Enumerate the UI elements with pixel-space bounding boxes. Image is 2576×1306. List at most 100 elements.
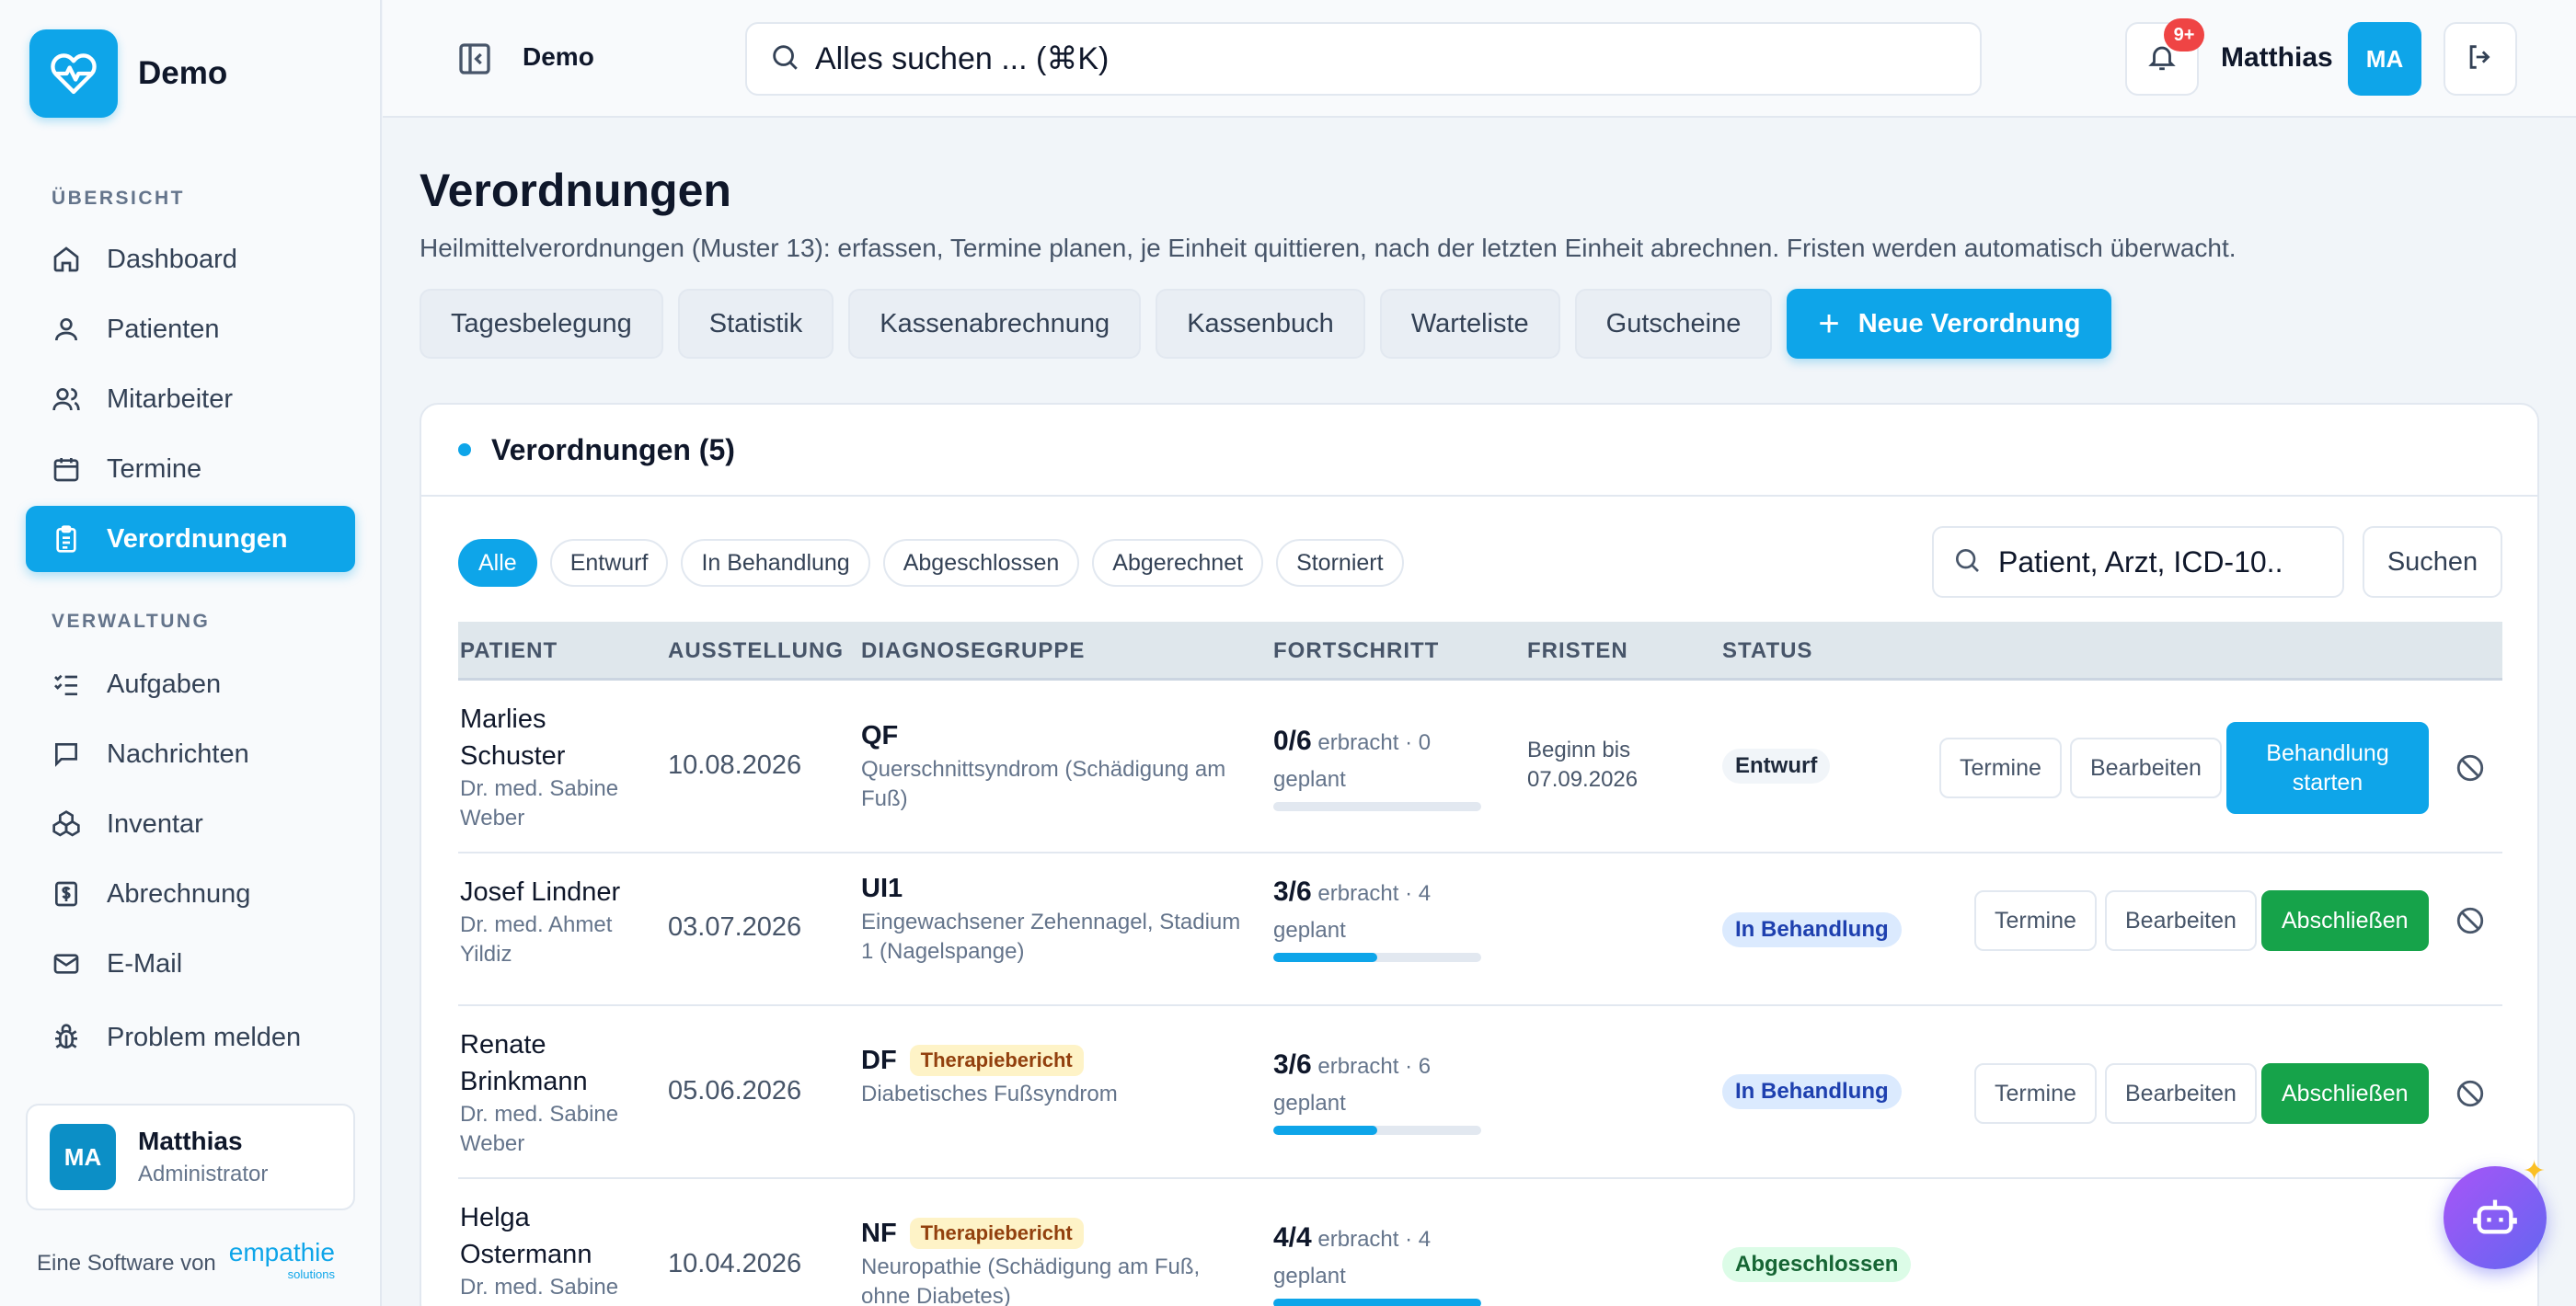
progress-count: 3/6 [1273, 1049, 1312, 1080]
sidebar-item-problem-melden[interactable]: Problem melden [26, 1004, 355, 1071]
global-search-input[interactable]: Alles suchen ... (⌘K) [745, 22, 1982, 96]
patient-name[interactable]: Marlies Schuster [460, 701, 644, 774]
filter-alle[interactable]: Alle [458, 539, 537, 587]
footer-text: Eine Software von [37, 1251, 216, 1276]
termine-button[interactable]: Termine [1939, 738, 2062, 798]
bug-icon [50, 1021, 83, 1054]
col-ausstellung[interactable]: AUSSTELLUNG [668, 638, 844, 664]
notification-badge: 9+ [2164, 18, 2204, 52]
kassenbuch-button[interactable]: Kassenbuch [1156, 289, 1365, 359]
top-avatar[interactable]: MA [2348, 22, 2421, 96]
plus-icon: + [1818, 304, 1840, 344]
sidebar-item-label: Aufgaben [107, 669, 222, 699]
patient-name[interactable]: Josef Lindner [460, 874, 644, 911]
logout-button[interactable] [2444, 22, 2517, 96]
edit-button[interactable]: Bearbeiten [2105, 890, 2257, 951]
search-icon [1952, 545, 1982, 579]
sidebar-item-label: Verordnungen [107, 523, 288, 554]
sidebar-item-label: Abrechnung [107, 878, 251, 909]
table-search-input[interactable]: Patient, Arzt, ICD-10.. [1932, 526, 2344, 598]
page-title: Verordnungen [420, 165, 731, 216]
diagnosis-code-text: NF [861, 1218, 897, 1248]
diagnosis-code-text: QF [861, 721, 899, 750]
status-dot-icon [458, 443, 471, 456]
new-prescription-button[interactable]: + Neue Verordnung [1787, 289, 2112, 359]
diagnosis-code-text: UI1 [861, 874, 903, 903]
sidebar-item-label: Inventar [107, 808, 203, 839]
sidebar-toggle-icon[interactable] [456, 40, 493, 77]
diagnosis-code-text: DF [861, 1045, 897, 1075]
sidebar-item-verordnungen[interactable]: Verordnungen [26, 506, 355, 572]
col-fortschritt[interactable]: FORTSCHRITT [1273, 638, 1439, 664]
sidebar-item-label: Termine [107, 453, 202, 484]
sidebar-item-termine[interactable]: Termine [26, 436, 355, 502]
sidebar-item-aufgaben[interactable]: Aufgaben [26, 651, 355, 717]
col-patient[interactable]: PATIENT [460, 638, 558, 664]
report-tag: Therapiebericht [909, 1045, 1084, 1076]
filter-storniert[interactable]: Storniert [1276, 539, 1404, 587]
edit-button[interactable]: Bearbeiten [2105, 1063, 2257, 1124]
warteliste-button[interactable]: Warteliste [1379, 289, 1560, 359]
sidebar-item-label: Mitarbeiter [107, 384, 233, 414]
sidebar-item-dashboard[interactable]: Dashboard [26, 226, 355, 292]
statistik-button[interactable]: Statistik [677, 289, 834, 359]
filter-in-behandlung[interactable]: In Behandlung [681, 539, 870, 587]
vendor-logo-text: empathie [228, 1238, 335, 1266]
footer-note: Eine Software von empathie solutions [37, 1240, 335, 1286]
top-user-name: Matthias [2221, 42, 2333, 73]
termine-button[interactable]: Termine [1974, 890, 2097, 951]
table-row[interactable]: Josef Lindner Dr. med. Ahmet Yildiz 03.0… [458, 855, 2502, 1006]
progress-text: 3/6 erbracht · 6 geplant [1273, 1047, 1494, 1122]
filter-abgeschlossen[interactable]: Abgeschlossen [882, 539, 1080, 587]
complete-button[interactable]: Abschließen [2261, 1063, 2429, 1124]
col-diagnosegruppe[interactable]: DIAGNOSEGRUPPE [861, 638, 1085, 664]
cancel-icon[interactable] [2455, 905, 2486, 936]
section-admin-label: VERWALTUNG [52, 611, 211, 632]
cancel-icon[interactable] [2455, 1078, 2486, 1109]
doctor-name: Dr. med. Sabine Weber [460, 776, 619, 831]
progress-fill [1273, 953, 1377, 962]
progress-count: 4/4 [1273, 1222, 1312, 1253]
progress-text: 3/6 erbracht · 4 geplant [1273, 874, 1494, 949]
termine-button[interactable]: Termine [1974, 1063, 2097, 1124]
col-fristen[interactable]: FRISTEN [1527, 638, 1628, 664]
issue-date: 03.07.2026 [668, 912, 802, 942]
sidebar: Demo ÜBERSICHT Dashboard Patienten Mitar… [0, 0, 382, 1306]
sidebar-user-card[interactable]: MA Matthias Administrator [26, 1104, 355, 1210]
kassenabrechnung-button[interactable]: Kassenabrechnung [848, 289, 1142, 359]
breadcrumb[interactable]: Demo [523, 42, 594, 72]
col-status[interactable]: STATUS [1722, 638, 1812, 664]
progress-count: 3/6 [1273, 876, 1312, 907]
sidebar-item-label: Problem melden [107, 1022, 302, 1052]
filter-abgerechnet[interactable]: Abgerechnet [1092, 539, 1264, 587]
patient-name[interactable]: Helga Ostermann [460, 1199, 644, 1273]
vendor-logo[interactable]: empathie solutions [229, 1240, 335, 1286]
table-row[interactable]: Renate Brinkmann Dr. med. Sabine Weber 0… [458, 1008, 2502, 1179]
complete-button[interactable]: Abschließen [2261, 890, 2429, 951]
user-name: Matthias [138, 1127, 243, 1155]
sidebar-item-patienten[interactable]: Patienten [26, 296, 355, 362]
filter-entwurf[interactable]: Entwurf [549, 539, 669, 587]
search-button[interactable]: Suchen [2363, 526, 2502, 598]
status-badge: Entwurf [1722, 749, 1831, 784]
diagnosis-code: NF Therapiebericht [861, 1218, 1248, 1249]
progress-bar [1273, 1126, 1481, 1135]
issue-date: 10.04.2026 [668, 1249, 802, 1278]
start-treatment-button[interactable]: Behandlung starten [2226, 722, 2429, 814]
edit-button[interactable]: Bearbeiten [2070, 738, 2222, 798]
sidebar-item-label: E-Mail [107, 948, 183, 979]
sidebar-item-mitarbeiter[interactable]: Mitarbeiter [26, 366, 355, 432]
diagnosis-code: DF Therapiebericht [861, 1045, 1248, 1076]
patient-name[interactable]: Renate Brinkmann [460, 1026, 644, 1100]
table-row[interactable]: Marlies Schuster Dr. med. Sabine Weber 1… [458, 682, 2502, 853]
cancel-icon[interactable] [2455, 752, 2486, 784]
progress-bar [1273, 802, 1481, 811]
sidebar-item-email[interactable]: E-Mail [26, 931, 355, 997]
gutscheine-button[interactable]: Gutscheine [1574, 289, 1773, 359]
sidebar-item-nachrichten[interactable]: Nachrichten [26, 721, 355, 787]
tagesbelegung-button[interactable]: Tagesbelegung [420, 289, 663, 359]
brand[interactable]: Demo [29, 29, 227, 118]
sidebar-item-inventar[interactable]: Inventar [26, 791, 355, 857]
sidebar-item-abrechnung[interactable]: Abrechnung [26, 861, 355, 927]
table-row[interactable]: Helga Ostermann Dr. med. Sabine Weber 10… [458, 1181, 2502, 1306]
